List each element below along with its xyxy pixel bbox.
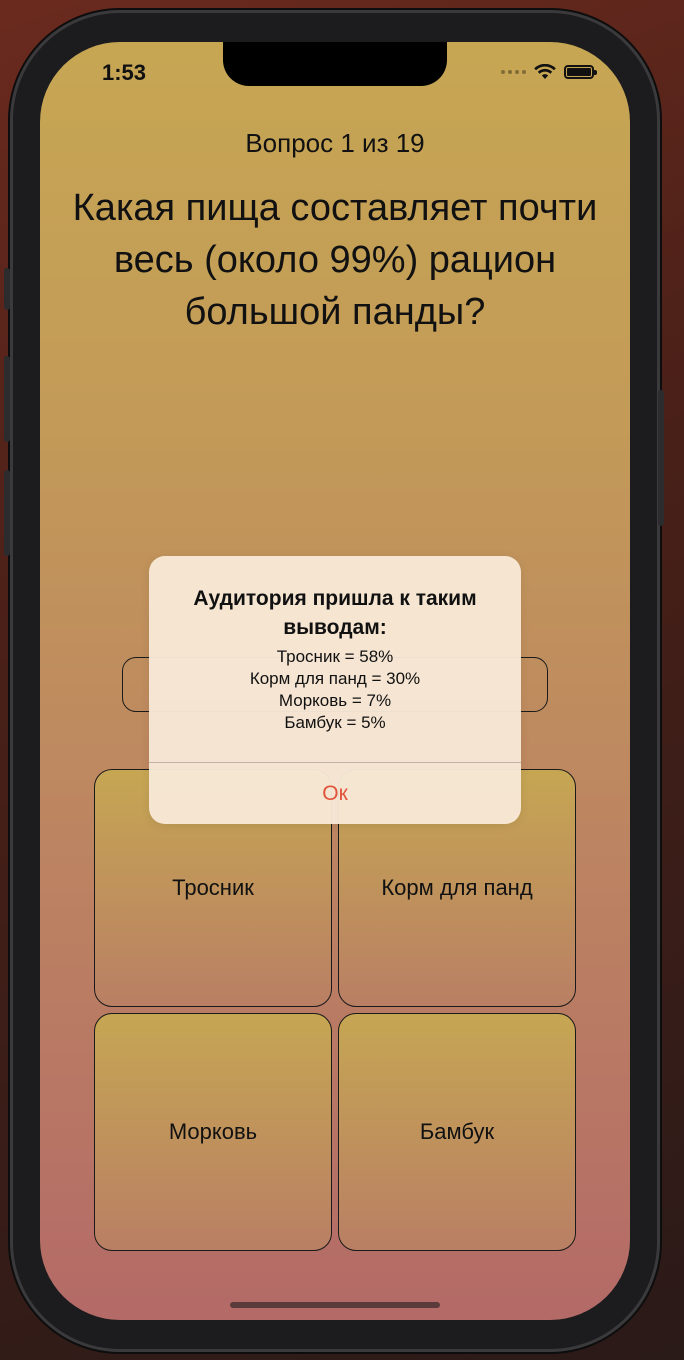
- screen: 1:53 Вопрос 1 из 19 Какая пища составляе…: [40, 42, 630, 1320]
- alert-results: Тросник = 58% Корм для панд = 30% Морков…: [169, 646, 501, 734]
- ok-button[interactable]: Ок: [149, 763, 521, 824]
- power-button: [658, 390, 664, 526]
- answer-label: Бамбук: [419, 1119, 495, 1144]
- status-time: 1:53: [102, 60, 147, 85]
- answer-label: Морковь: [168, 1119, 258, 1144]
- audience-poll-alert: Аудитория пришла к таким выводам: Тросни…: [149, 556, 521, 824]
- home-indicator[interactable]: [230, 1302, 440, 1308]
- question-text: Какая пища составляет почти весь (около …: [72, 187, 598, 333]
- poll-result-line: Бамбук = 5%: [284, 713, 386, 732]
- poll-result-line: Корм для панд = 30%: [249, 669, 421, 688]
- answer-button-3[interactable]: Морковь: [94, 1013, 332, 1251]
- question-counter: Вопрос 1 из 19: [245, 128, 425, 158]
- volume-up-button: [4, 356, 10, 442]
- alert-title: Аудитория пришла к таким выводам:: [193, 587, 477, 639]
- wifi-icon: [534, 64, 556, 79]
- battery-icon: [564, 65, 597, 79]
- answer-button-4[interactable]: Бамбук: [338, 1013, 576, 1251]
- volume-down-button: [4, 470, 10, 556]
- status-icons: [501, 64, 597, 80]
- poll-result-line: Тросник = 58%: [276, 647, 394, 666]
- signal-dots-icon: [501, 70, 526, 74]
- poll-result-line: Морковь = 7%: [278, 691, 392, 710]
- notch: [223, 42, 447, 86]
- answer-label: Корм для панд: [381, 875, 533, 900]
- answer-label: Тросник: [172, 875, 254, 900]
- mute-switch: [4, 268, 10, 310]
